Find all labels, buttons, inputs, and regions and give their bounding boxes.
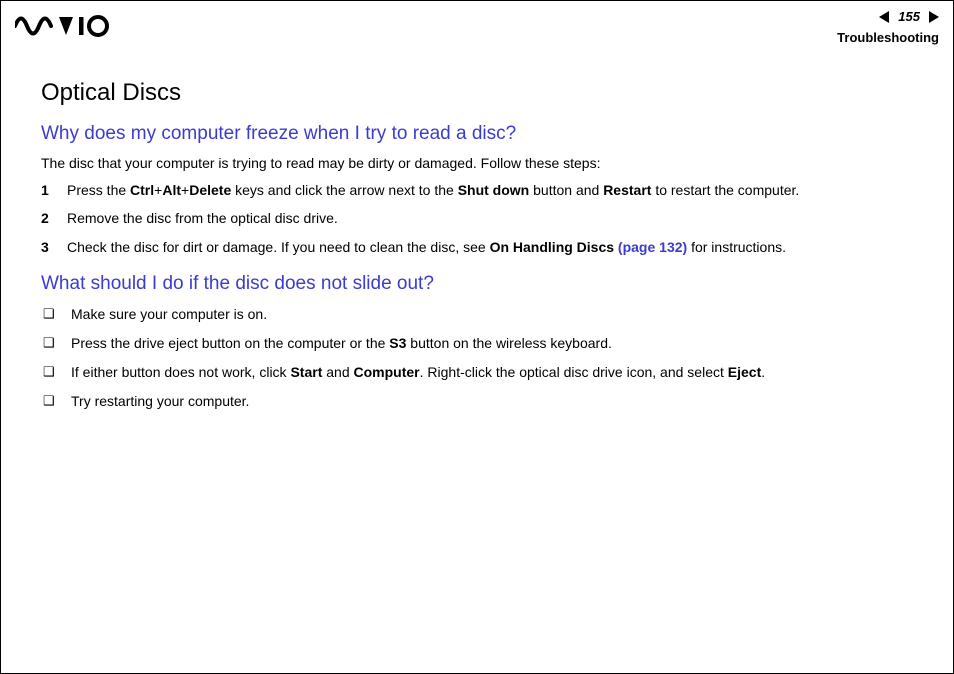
page-link[interactable]: (page 132) [614,239,687,255]
question-1-heading: Why does my computer freeze when I try t… [41,123,917,145]
step-item: Remove the disc from the optical disc dr… [41,209,917,228]
next-page-arrow-icon[interactable] [923,11,939,23]
prev-page-arrow-icon[interactable] [879,11,895,23]
page-header: 155 Troubleshooting [1,1,953,49]
list-item: Press the drive eject button on the comp… [41,334,917,353]
checklist: Make sure your computer is on. Press the… [41,305,917,411]
section-label: Troubleshooting [837,30,939,45]
steps-list: Press the Ctrl+Alt+Delete keys and click… [41,181,917,258]
header-right: 155 Troubleshooting [837,9,939,45]
step-item: Press the Ctrl+Alt+Delete keys and click… [41,181,917,200]
content-area: Optical Discs Why does my computer freez… [1,49,953,411]
question-1-intro: The disc that your computer is trying to… [41,155,917,171]
question-2-heading: What should I do if the disc does not sl… [41,273,917,295]
vaio-logo-icon [15,15,111,37]
list-item: If either button does not work, click St… [41,363,917,382]
list-item: Make sure your computer is on. [41,305,917,324]
list-item: Try restarting your computer. [41,392,917,411]
page-number: 155 [897,9,921,24]
page-title: Optical Discs [41,79,917,107]
page-navigation: 155 [879,9,939,24]
vaio-logo [15,9,111,37]
step-item: Check the disc for dirt or damage. If yo… [41,238,917,257]
document-page: 155 Troubleshooting Optical Discs Why do… [0,0,954,674]
